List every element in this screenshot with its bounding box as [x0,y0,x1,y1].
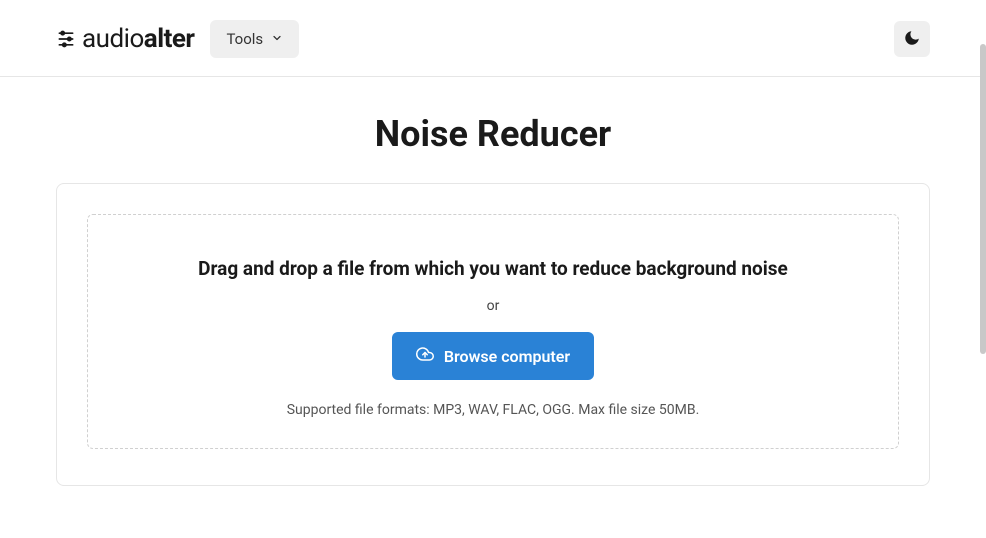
header-left: audioalter Tools [56,20,299,58]
tools-label: Tools [226,30,263,48]
scrollbar[interactable] [980,0,986,538]
supported-formats-text: Supported file formats: MP3, WAV, FLAC, … [108,402,878,418]
cloud-upload-icon [416,345,434,367]
page-title: Noise Reducer [0,113,986,155]
theme-toggle-button[interactable] [894,21,930,57]
logo-text: audioalter [82,24,194,54]
logo[interactable]: audioalter [56,24,194,54]
file-dropzone[interactable]: Drag and drop a file from which you want… [87,214,899,449]
moon-icon [903,29,921,50]
chevron-down-icon [271,30,283,48]
scrollbar-thumb[interactable] [980,44,986,354]
dropzone-heading: Drag and drop a file from which you want… [108,257,878,280]
upload-card: Drag and drop a file from which you want… [56,183,930,486]
header: audioalter Tools [0,0,986,77]
browse-computer-button[interactable]: Browse computer [392,332,594,380]
sliders-icon [56,29,76,49]
browse-label: Browse computer [444,347,570,366]
or-separator: or [108,298,878,314]
tools-dropdown[interactable]: Tools [210,20,299,58]
